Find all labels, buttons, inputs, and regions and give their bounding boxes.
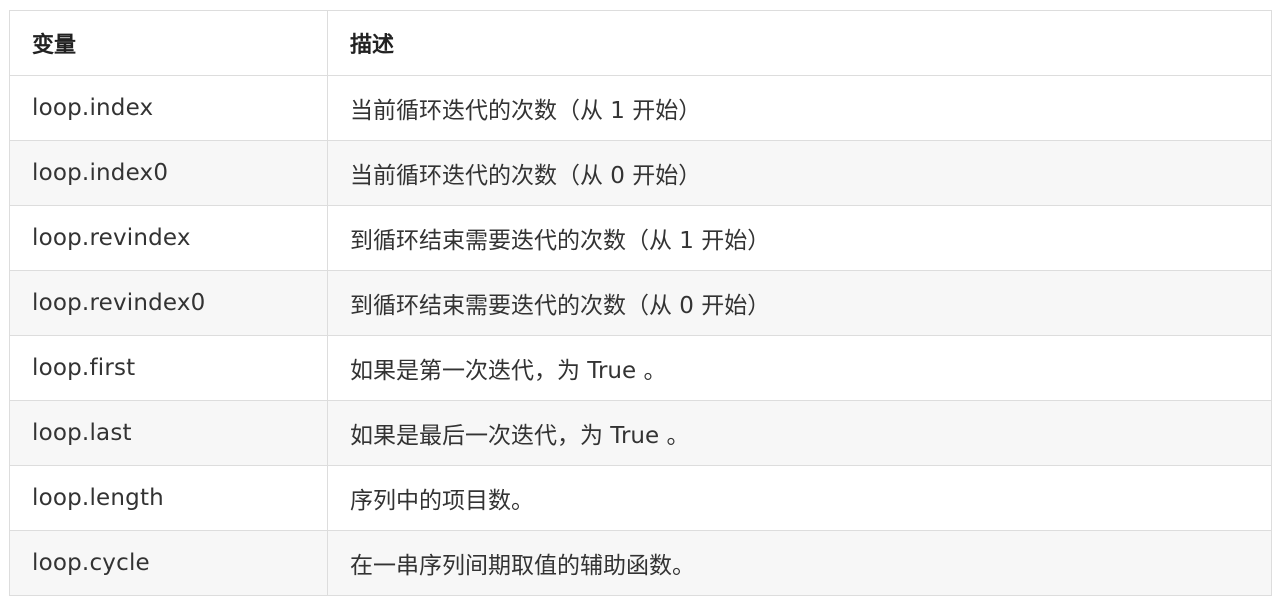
table-row: loop.revindex0 到循环结束需要迭代的次数（从 0 开始） [9, 270, 1272, 336]
description-cell: 如果是最后一次迭代，为 True 。 [327, 400, 1272, 466]
header-row: 变量 描述 [9, 10, 1272, 76]
variable-cell: loop.length [9, 465, 328, 531]
description-cell: 到循环结束需要迭代的次数（从 1 开始） [327, 205, 1272, 271]
description-cell: 当前循环迭代的次数（从 1 开始） [327, 75, 1272, 141]
table-header: 变量 描述 [9, 10, 1272, 76]
table-body: loop.index 当前循环迭代的次数（从 1 开始） loop.index0… [9, 75, 1272, 596]
description-cell: 当前循环迭代的次数（从 0 开始） [327, 140, 1272, 206]
variable-cell: loop.cycle [9, 530, 328, 596]
table-row: loop.cycle 在一串序列间期取值的辅助函数。 [9, 530, 1272, 596]
table-row: loop.index0 当前循环迭代的次数（从 0 开始） [9, 140, 1272, 206]
description-cell: 在一串序列间期取值的辅助函数。 [327, 530, 1272, 596]
variable-cell: loop.last [9, 400, 328, 466]
table-row: loop.length 序列中的项目数。 [9, 465, 1272, 531]
variable-cell: loop.revindex [9, 205, 328, 271]
table-row: loop.revindex 到循环结束需要迭代的次数（从 1 开始） [9, 205, 1272, 271]
table-row: loop.first 如果是第一次迭代，为 True 。 [9, 335, 1272, 401]
header-description: 描述 [327, 10, 1272, 76]
header-variable: 变量 [9, 10, 328, 76]
table-row: loop.last 如果是最后一次迭代，为 True 。 [9, 400, 1272, 466]
loop-variables-table: 变量 描述 loop.index 当前循环迭代的次数（从 1 开始） loop.… [9, 10, 1272, 596]
variable-cell: loop.first [9, 335, 328, 401]
variable-cell: loop.index [9, 75, 328, 141]
description-cell: 序列中的项目数。 [327, 465, 1272, 531]
description-cell: 如果是第一次迭代，为 True 。 [327, 335, 1272, 401]
variable-cell: loop.index0 [9, 140, 328, 206]
variable-cell: loop.revindex0 [9, 270, 328, 336]
table-row: loop.index 当前循环迭代的次数（从 1 开始） [9, 75, 1272, 141]
description-cell: 到循环结束需要迭代的次数（从 0 开始） [327, 270, 1272, 336]
